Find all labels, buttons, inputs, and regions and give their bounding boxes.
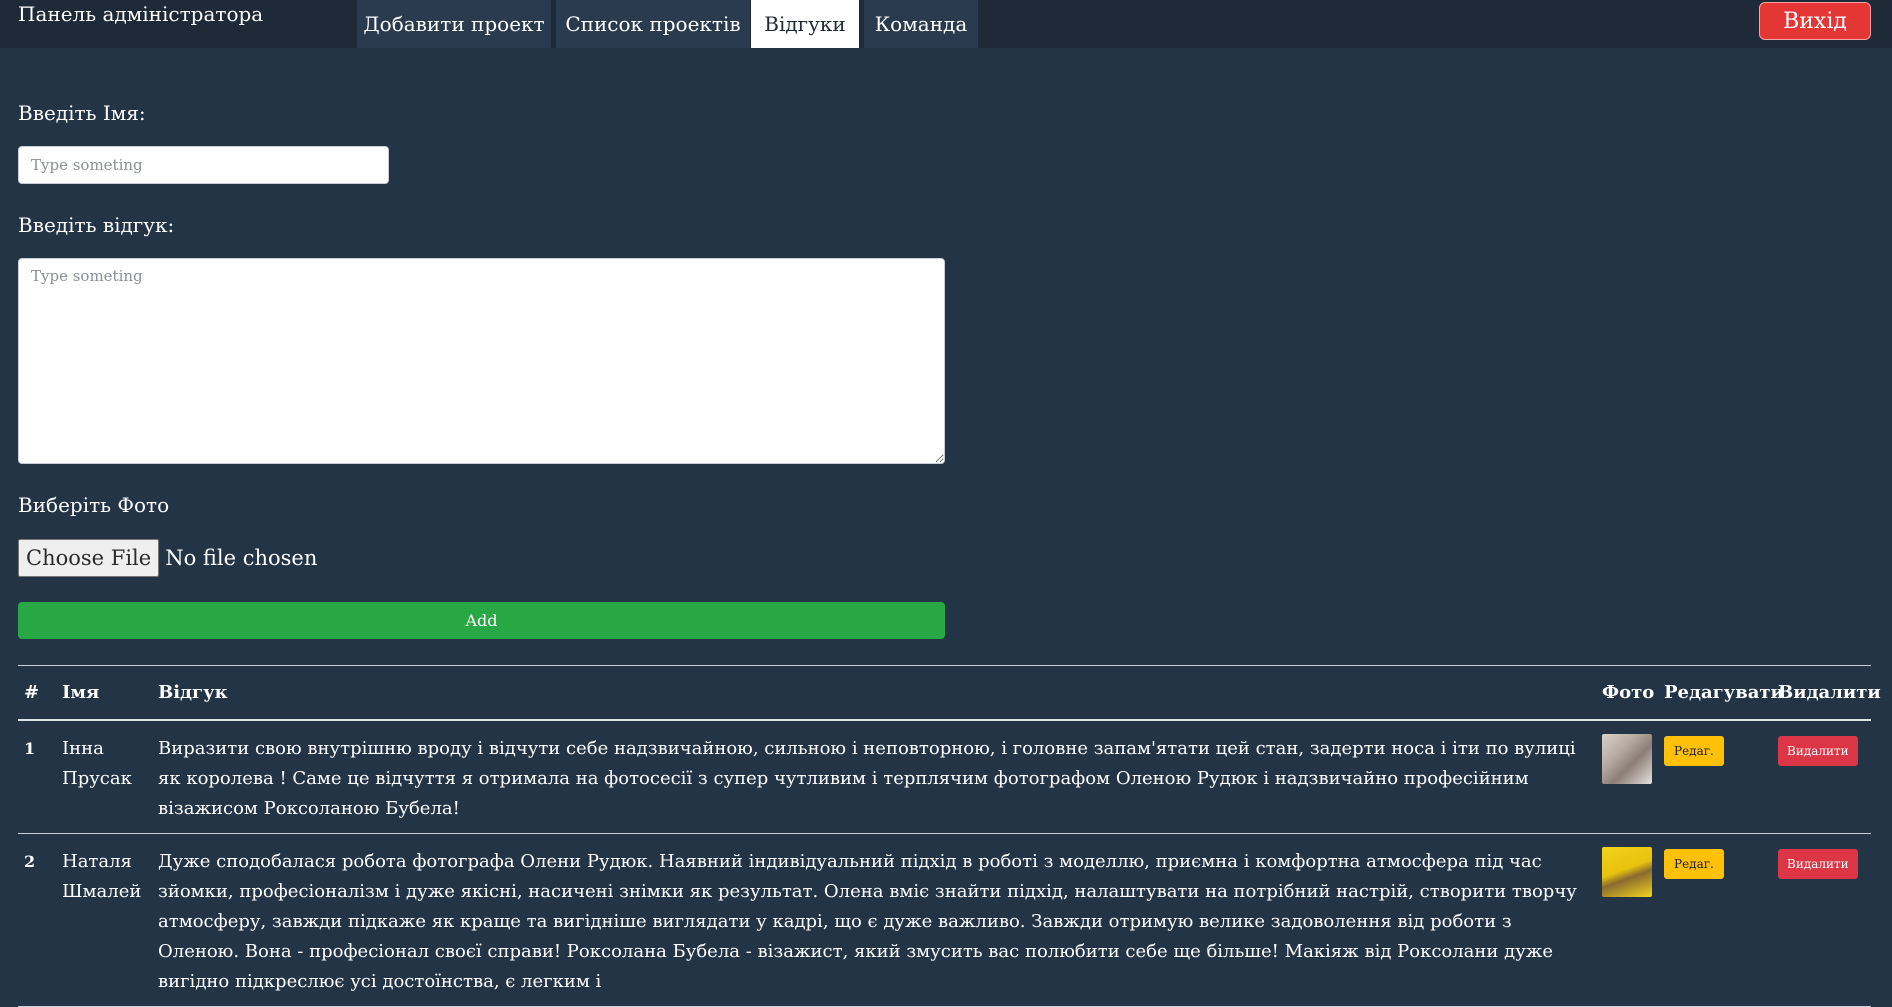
tab-reviews-label: Відгуки (764, 12, 846, 36)
edit-button[interactable]: Редаг. (1664, 736, 1724, 766)
tab-projects-list-label: Список проектів (565, 12, 741, 36)
tab-reviews[interactable]: Відгуки (751, 0, 859, 48)
add-button[interactable]: Add (18, 602, 945, 639)
header-review: Відгук (158, 682, 228, 703)
review-textarea[interactable] (18, 258, 945, 464)
row-delete-cell: Видалити (1772, 834, 1871, 1007)
row-delete-cell: Видалити (1772, 720, 1871, 834)
name-input[interactable] (18, 146, 389, 184)
row-edit-cell: Редаг. (1658, 834, 1772, 1007)
header-edit: Редагувати (1664, 682, 1784, 703)
tab-add-project[interactable]: Добавити проект (357, 0, 551, 48)
name-label: Введіть Імя: (18, 101, 146, 125)
tab-team[interactable]: Команда (864, 0, 978, 48)
row-photo-cell (1596, 834, 1658, 1007)
reviews-table: # Імя Відгук Фото Редагувати Видалити 1 … (18, 665, 1881, 1007)
header-number: # (24, 682, 40, 703)
delete-button[interactable]: Видалити (1778, 736, 1858, 766)
photo-thumbnail-icon (1602, 734, 1652, 784)
review-label: Введіть відгук: (18, 213, 175, 237)
photo-label: Виберіть Фото (18, 493, 170, 517)
table-row: 1 Інна Прусак Виразити свою внутрішню вр… (18, 720, 1871, 834)
delete-button[interactable]: Видалити (1778, 849, 1858, 879)
row-number: 2 (24, 852, 36, 871)
header-delete: Видалити (1778, 682, 1881, 703)
edit-button[interactable]: Редаг. (1664, 849, 1724, 879)
table-row: 2 Наталя Шмалей Дуже сподобалася робота … (18, 834, 1871, 1007)
photo-thumbnail-icon (1602, 847, 1652, 897)
top-navbar: Панель адміністратора Добавити проект Сп… (0, 0, 1892, 48)
file-status: No file chosen (165, 546, 318, 570)
tab-projects-list[interactable]: Список проектів (556, 0, 750, 48)
row-photo-cell (1596, 720, 1658, 834)
tab-add-project-label: Добавити проект (363, 12, 545, 36)
row-name: Інна Прусак (62, 738, 132, 789)
tab-team-label: Команда (874, 12, 968, 36)
row-name: Наталя Шмалей (62, 851, 142, 902)
row-review: Дуже сподобалася робота фотографа Олени … (158, 851, 1577, 992)
brand-title: Панель адміністратора (18, 2, 264, 26)
table-header-row: # Імя Відгук Фото Редагувати Видалити (18, 665, 1881, 720)
logout-button[interactable]: Вихід (1759, 2, 1871, 40)
file-picker: Choose File No file chosen (18, 538, 317, 578)
choose-file-button[interactable]: Choose File (18, 539, 160, 577)
row-number: 1 (24, 739, 36, 758)
header-name: Імя (62, 682, 100, 703)
row-edit-cell: Редаг. (1658, 720, 1772, 834)
header-photo: Фото (1602, 682, 1655, 703)
row-review: Виразити свою внутрішню вроду і відчути … (158, 738, 1576, 819)
